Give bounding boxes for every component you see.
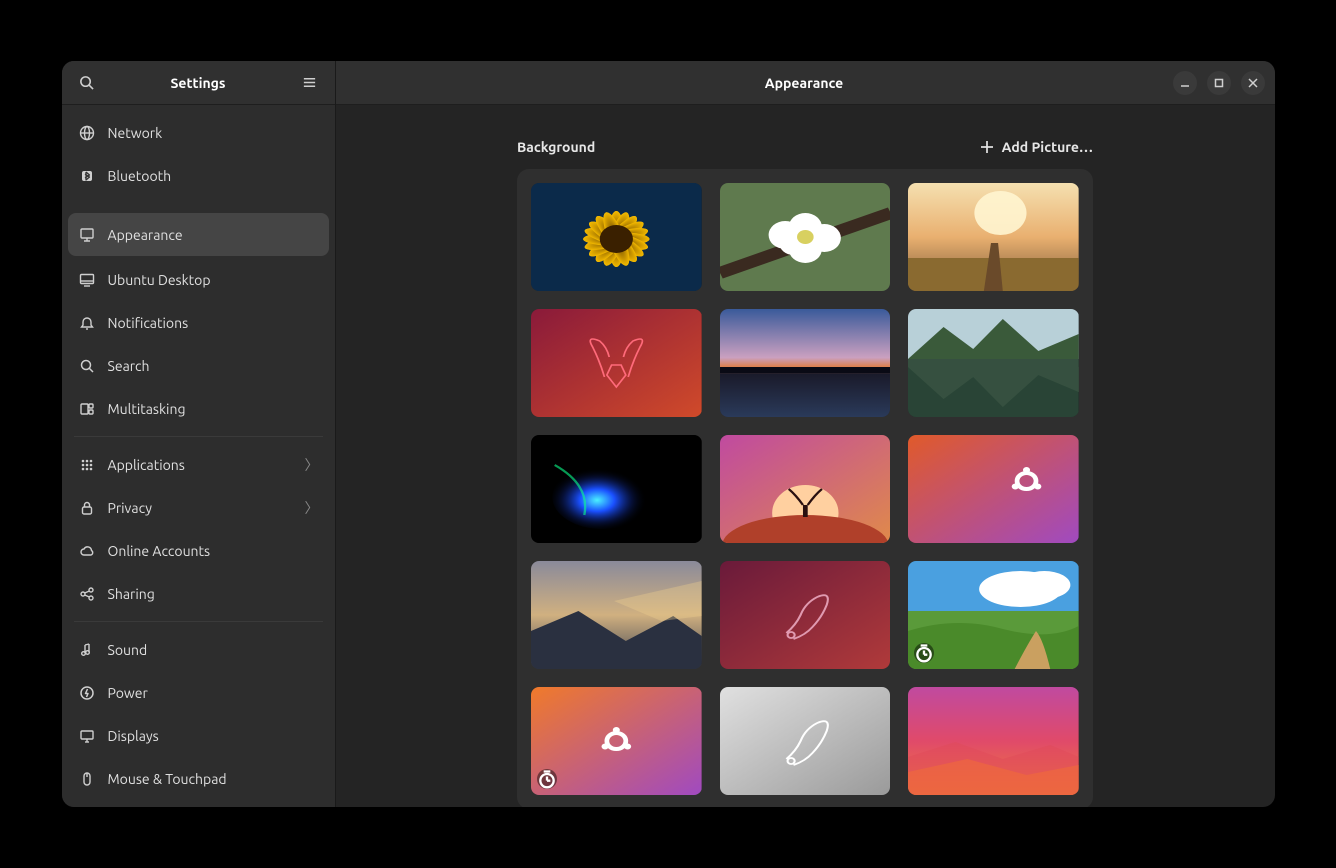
main-header: Appearance xyxy=(336,61,1275,105)
sidebar-item-label: Applications xyxy=(108,457,185,473)
sidebar-item-multitasking[interactable]: Multitasking xyxy=(62,387,335,430)
sidebar-item-ubuntu-desktop[interactable]: Ubuntu Desktop xyxy=(62,258,335,301)
add-picture-label: Add Picture… xyxy=(1002,139,1093,155)
wallpaper-blue-plasma[interactable] xyxy=(531,435,702,543)
background-label: Background xyxy=(517,139,595,155)
desktop-icon xyxy=(78,271,96,289)
wallpaper-yellow-flower[interactable] xyxy=(531,183,702,291)
wallpaper-green-hills[interactable] xyxy=(908,561,1079,669)
sidebar-item-label: Ubuntu Desktop xyxy=(108,272,211,288)
time-badge-icon xyxy=(914,643,934,663)
chevron-right-icon: 〉 xyxy=(305,455,319,475)
sidebar-item-label: Sharing xyxy=(108,586,155,602)
wallpaper-kudu-red[interactable] xyxy=(531,309,702,417)
wallpaper-kudu-sunset[interactable] xyxy=(720,435,891,543)
sidebar-item-power[interactable]: Power xyxy=(62,671,335,714)
apps-icon xyxy=(78,456,96,474)
sidebar-item-sound[interactable]: Sound xyxy=(62,628,335,671)
search-button[interactable] xyxy=(72,68,102,98)
sidebar-item-label: Multitasking xyxy=(108,401,186,417)
close-button[interactable] xyxy=(1241,71,1265,95)
bell-icon xyxy=(78,314,96,332)
mouse-icon xyxy=(78,770,96,788)
sidebar-item-sharing[interactable]: Sharing xyxy=(62,572,335,615)
sidebar-item-label: Displays xyxy=(108,728,159,744)
maximize-button[interactable] xyxy=(1207,71,1231,95)
background-panel xyxy=(517,169,1093,807)
sidebar-item-label: Power xyxy=(108,685,148,701)
search-icon xyxy=(79,75,94,90)
sidebar-item-privacy[interactable]: Privacy 〉 xyxy=(62,486,335,529)
menu-button[interactable] xyxy=(295,68,325,98)
sidebar-item-applications[interactable]: Applications 〉 xyxy=(62,443,335,486)
add-picture-button[interactable]: Add Picture… xyxy=(980,139,1093,155)
wallpaper-kudu-grey[interactable] xyxy=(720,687,891,795)
globe-icon xyxy=(78,124,96,142)
wallpaper-mountain-rays[interactable] xyxy=(531,561,702,669)
sidebar-item-appearance[interactable]: Appearance xyxy=(68,213,329,256)
window-controls xyxy=(1173,71,1265,95)
sidebar-item-bluetooth[interactable]: Bluetooth xyxy=(62,154,335,197)
sound-icon xyxy=(78,641,96,659)
paintbrush-icon xyxy=(78,226,96,244)
wallpaper-lake-sunset[interactable] xyxy=(720,309,891,417)
sidebar-item-search[interactable]: Search xyxy=(62,344,335,387)
sidebar-item-online-accounts[interactable]: Online Accounts xyxy=(62,529,335,572)
wallpaper-ubuntu-gradient-orange[interactable] xyxy=(531,687,702,795)
sidebar-item-label: Bluetooth xyxy=(108,168,172,184)
sidebar: Settings Network Bluetooth Appearance Ubunt… xyxy=(62,61,336,807)
settings-window: Settings Network Bluetooth Appearance Ubunt… xyxy=(62,61,1275,807)
sidebar-item-mouse-touchpad[interactable]: Mouse & Touchpad xyxy=(62,757,335,800)
hamburger-icon xyxy=(302,75,317,90)
search-icon xyxy=(78,357,96,375)
minimize-icon xyxy=(1180,78,1190,88)
wallpaper-kudu-maroon[interactable] xyxy=(720,561,891,669)
page-title: Appearance xyxy=(436,75,1173,91)
main-panel: Appearance Background Add Picture… xyxy=(336,61,1275,807)
minimize-button[interactable] xyxy=(1173,71,1197,95)
wallpaper-grid xyxy=(531,183,1079,795)
plus-icon xyxy=(980,140,994,154)
time-badge-icon xyxy=(537,769,557,789)
lock-icon xyxy=(78,499,96,517)
cloud-icon xyxy=(78,542,96,560)
wallpaper-ubuntu-gradient-pink[interactable] xyxy=(908,435,1079,543)
wallpaper-mountain-lake[interactable] xyxy=(908,309,1079,417)
monitor-icon xyxy=(78,727,96,745)
main-content: Background Add Picture… xyxy=(336,105,1275,807)
multitask-icon xyxy=(78,400,96,418)
maximize-icon xyxy=(1214,78,1224,88)
chevron-right-icon: 〉 xyxy=(305,498,319,518)
close-icon xyxy=(1248,78,1258,88)
share-icon xyxy=(78,585,96,603)
sidebar-list: Network Bluetooth Appearance Ubuntu Desktop… xyxy=(62,105,335,807)
background-header: Background Add Picture… xyxy=(517,139,1093,155)
sidebar-item-label: Online Accounts xyxy=(108,543,211,559)
wallpaper-boardwalk-sunset[interactable] xyxy=(908,183,1079,291)
sidebar-item-label: Search xyxy=(108,358,150,374)
sidebar-item-notifications[interactable]: Notifications xyxy=(62,301,335,344)
sidebar-header: Settings xyxy=(62,61,335,105)
sidebar-item-label: Privacy xyxy=(108,500,152,516)
sidebar-item-label: Appearance xyxy=(108,227,183,243)
sidebar-item-label: Notifications xyxy=(108,315,189,331)
sidebar-item-label: Sound xyxy=(108,642,148,658)
sidebar-title: Settings xyxy=(102,75,295,91)
sidebar-item-displays[interactable]: Displays xyxy=(62,714,335,757)
sidebar-item-label: Network xyxy=(108,125,163,141)
bluetooth-icon xyxy=(78,167,96,185)
power-icon xyxy=(78,684,96,702)
sidebar-item-network[interactable]: Network xyxy=(62,111,335,154)
wallpaper-pink-orange-gradient[interactable] xyxy=(908,687,1079,795)
sidebar-item-label: Mouse & Touchpad xyxy=(108,771,227,787)
wallpaper-white-blossom[interactable] xyxy=(720,183,891,291)
